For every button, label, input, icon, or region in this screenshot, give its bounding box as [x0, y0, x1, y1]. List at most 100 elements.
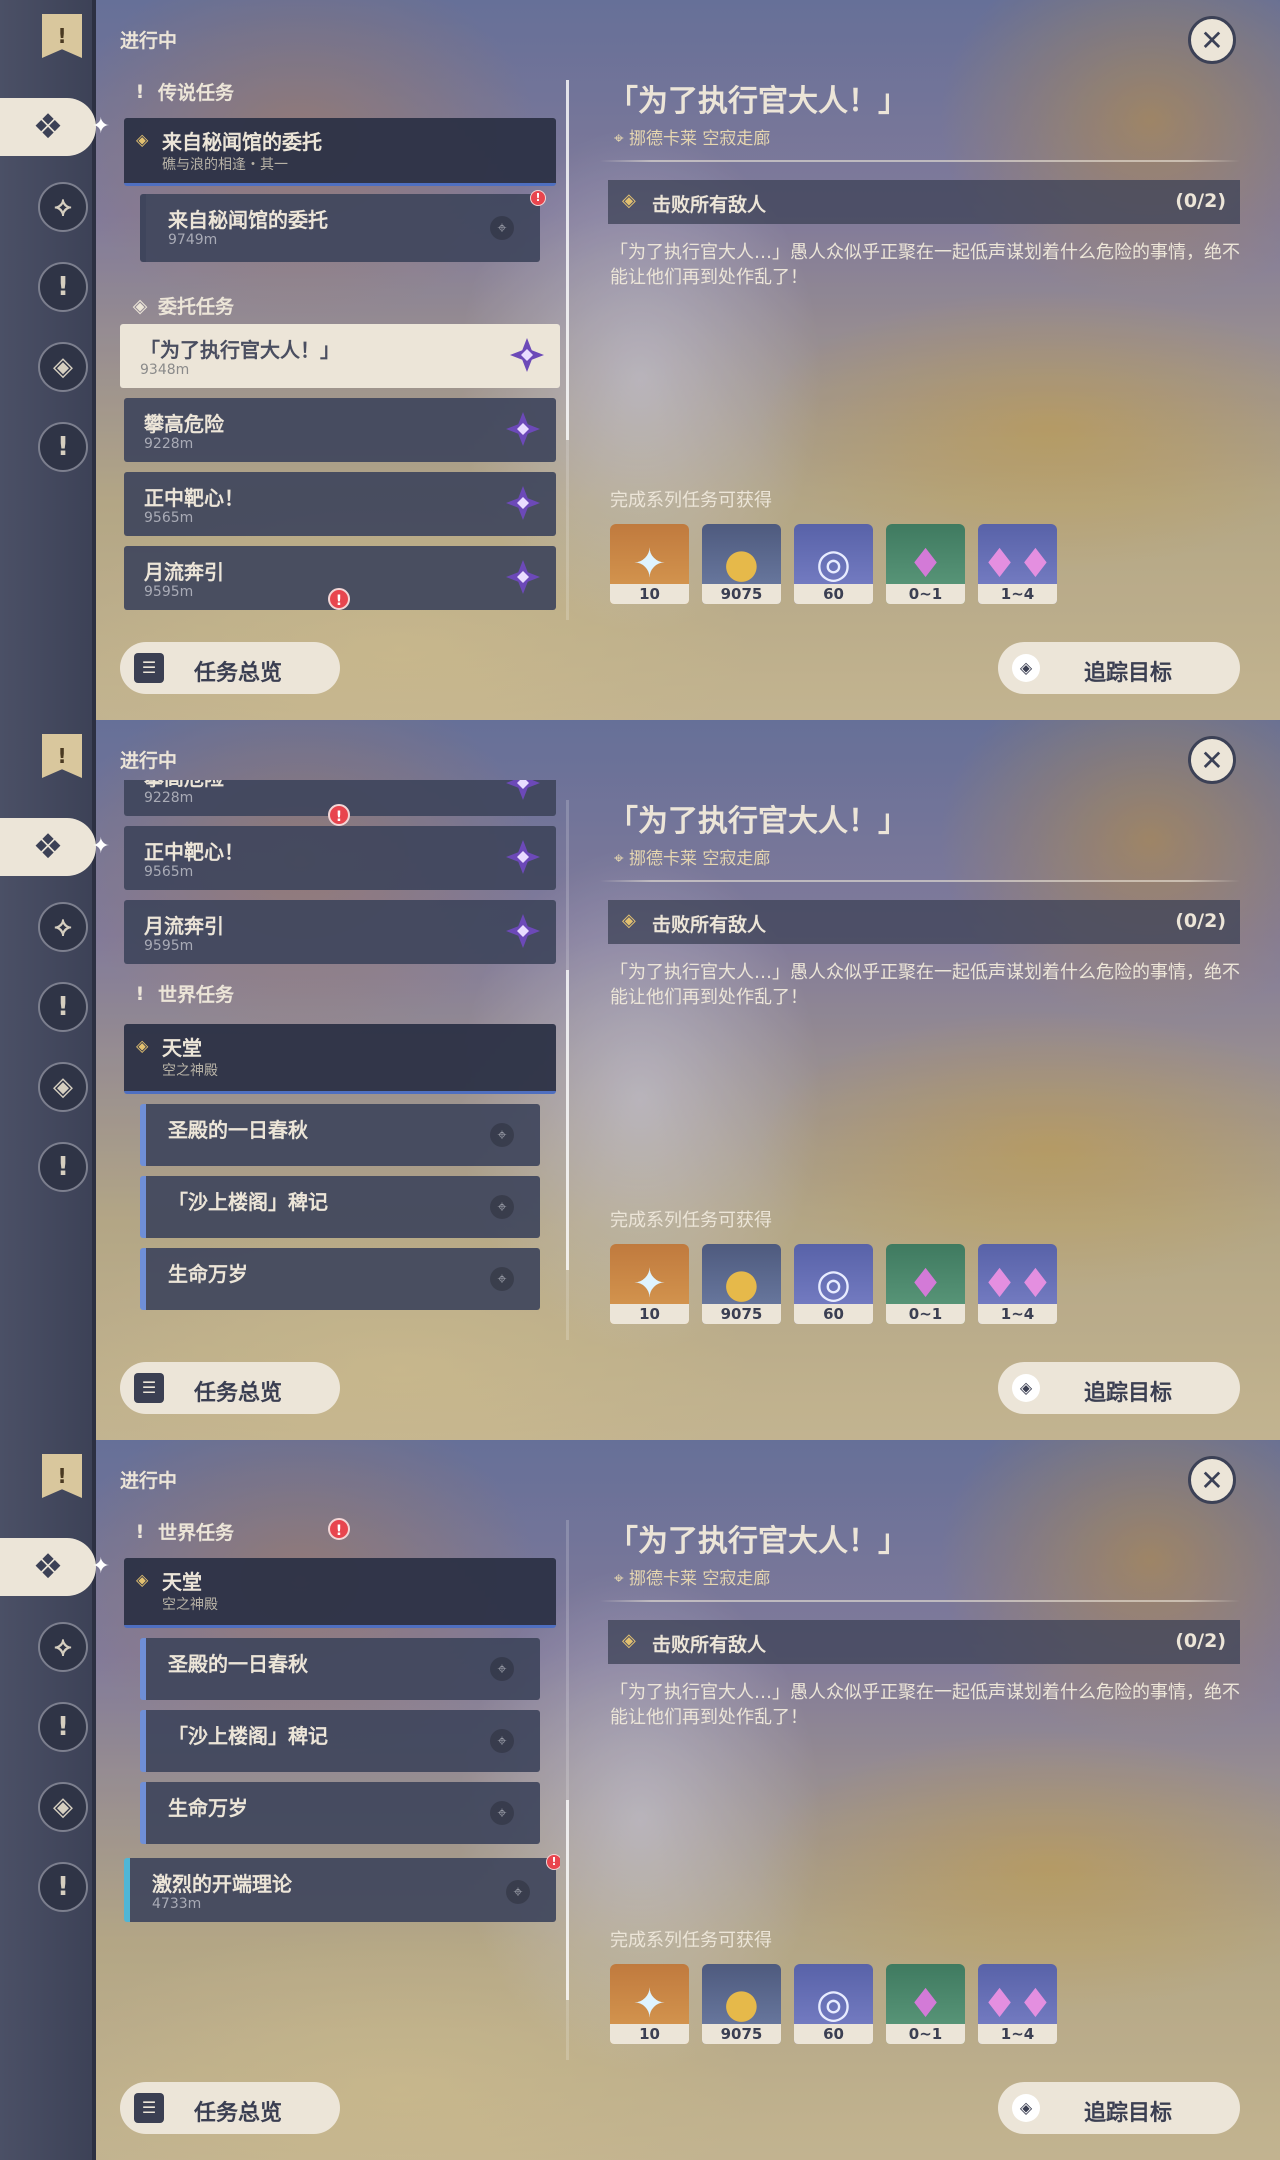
commission-star-icon — [506, 412, 540, 446]
reward-item[interactable]: ◎ 60 — [794, 524, 873, 604]
status-label: 进行中 — [120, 750, 178, 772]
sidebar-item-commission[interactable]: ❖ ✦ — [0, 98, 110, 156]
quest-panel-2: ! ❖✦ ⟡ ! ◈ ! 进行中 攀高危险 9228m ! 正中靶心！ 9565… — [0, 720, 1280, 1440]
quest-legend-sub[interactable]: 来自秘闻馆的委托 9749m ⌖ ! — [140, 190, 546, 262]
sidebar-item-legend[interactable]: ⟡ — [38, 1622, 88, 1672]
quest-world-sub[interactable]: 「沙上楼阁」稗记 ⌖ — [140, 1710, 540, 1772]
track-button[interactable]: ◈ 追踪目标 — [998, 642, 1240, 694]
scrollbar[interactable] — [566, 1520, 569, 2060]
sidebar-item-story[interactable]: ! — [38, 982, 88, 1032]
reward-item[interactable]: ♦♦ 1~4 — [978, 1964, 1057, 2044]
quest-description: 「为了执行官大人…」愚人众似乎正聚在一起低声谋划着什么危险的事情，绝不能让他们再… — [610, 962, 1240, 1008]
quest-world-sub[interactable]: 圣殿的一日春秋 ⌖ — [140, 1638, 540, 1700]
diamond-icon: ◈ — [136, 1036, 149, 1055]
sidebar: ! ❖ ✦ ⟡ ! ◈ ! — [0, 1440, 110, 2160]
category-world: ! 世界任务 — [132, 980, 234, 1007]
reward-item[interactable]: ● 9075 — [702, 1964, 781, 2044]
reward-item[interactable]: ♦ 0~1 — [886, 1244, 965, 1324]
reward-item[interactable]: ♦ 0~1 — [886, 524, 965, 604]
track-button[interactable]: ◈ 追踪目标 — [998, 2082, 1240, 2134]
location-pin-icon: ⌖ — [614, 849, 624, 869]
quest-location: ⌖ 挪德卡莱 空寂走廊 — [614, 849, 771, 869]
sidebar-item-event[interactable]: ◈ — [38, 1062, 88, 1112]
bookmark-icon[interactable]: ! — [42, 734, 82, 778]
sidebar-item-legend[interactable]: ⟡ — [38, 902, 88, 952]
location-pin-icon[interactable]: ⌖ — [490, 216, 514, 240]
quest-world-sub[interactable]: 圣殿的一日春秋 ⌖ — [140, 1104, 540, 1166]
reward-item[interactable]: ◎ 60 — [794, 1244, 873, 1324]
sidebar-item-legend[interactable]: ⟡ — [38, 182, 88, 232]
sidebar-item-commission[interactable]: ❖ ✦ — [0, 1538, 110, 1596]
exclamation-icon: ! — [57, 992, 69, 1022]
quest-list[interactable]: 攀高危险 9228m ! 正中靶心！ 9565m 月流奔引 9595m !世界任… — [120, 780, 560, 1340]
reward-item[interactable]: ♦♦ 1~4 — [978, 524, 1057, 604]
reward-item[interactable]: ✦ 10 — [610, 1964, 689, 2044]
quest-world-sub[interactable]: 生命万岁 ⌖ — [140, 1248, 540, 1310]
reward-item[interactable]: ♦ 0~1 — [886, 1964, 965, 2044]
sidebar-item-world[interactable]: ! — [38, 422, 88, 472]
location-pin-icon[interactable]: ⌖ — [490, 1123, 514, 1147]
status-label: 进行中 — [120, 30, 178, 52]
quest-world-sub[interactable]: 生命万岁 ⌖ — [140, 1782, 540, 1844]
reward-list: ✦ 10 ● 9075 ◎ 60 ♦ 0~1 ♦♦ 1~4 — [610, 524, 1057, 604]
diamond-icon: ◈ — [622, 910, 636, 931]
quest-overview-button[interactable]: ☰ 任务总览 — [120, 2082, 340, 2134]
compass-icon: ◈ — [53, 1072, 73, 1102]
reward-item[interactable]: ● 9075 — [702, 1244, 781, 1324]
quest-item[interactable]: 正中靶心！ 9565m — [124, 472, 556, 536]
quest-list[interactable]: ! 世界任务 ! ◈ 天堂 空之神殿 圣殿的一日春秋 ⌖ 「沙上楼阁」稗记 ⌖ 生… — [120, 1500, 560, 2060]
track-button[interactable]: ◈ 追踪目标 — [998, 1362, 1240, 1414]
sidebar-item-story[interactable]: ! — [38, 1702, 88, 1752]
sidebar-item-event[interactable]: ◈ — [38, 1782, 88, 1832]
quest-item-extra[interactable]: 激烈的开端理论 4733m ⌖ ! — [124, 1854, 560, 1922]
commission-icon: ❖ — [32, 107, 64, 147]
quest-group-world[interactable]: ◈ 天堂 空之神殿 — [124, 1558, 556, 1628]
quest-group-legend[interactable]: ◈ 来自秘闻馆的委托 礁与浪的相逢・其一 — [124, 118, 556, 186]
sidebar-item-story[interactable]: ! — [38, 262, 88, 312]
location-pin-icon[interactable]: ⌖ — [490, 1195, 514, 1219]
compass-icon: ◈ — [53, 1792, 73, 1822]
sidebar-item-commission[interactable]: ❖ ✦ — [0, 818, 110, 876]
quest-item[interactable]: 月流奔引 9595m — [124, 900, 556, 964]
commission-star-icon — [506, 840, 540, 874]
location-pin-icon[interactable]: ⌖ — [490, 1729, 514, 1753]
quest-world-sub[interactable]: 「沙上楼阁」稗记 ⌖ — [140, 1176, 540, 1238]
reward-item[interactable]: ◎ 60 — [794, 1964, 873, 2044]
commission-star-icon — [506, 780, 540, 800]
scrollbar[interactable] — [566, 80, 569, 620]
quest-title: 「为了执行官大人！」 — [608, 804, 908, 839]
quest-objective: ◈ 击败所有敌人 (0/2) — [608, 1620, 1240, 1664]
reward-label: 完成系列任务可获得 — [610, 1210, 772, 1231]
reward-item[interactable]: ✦ 10 — [610, 1244, 689, 1324]
alert-icon: ! — [530, 190, 546, 206]
category-commission: ◈ 委托任务 — [132, 294, 235, 319]
quest-group-world[interactable]: ◈ 天堂 空之神殿 — [124, 1024, 556, 1094]
track-icon: ◈ — [1012, 654, 1040, 682]
reward-item[interactable]: ✦ 10 — [610, 524, 689, 604]
track-icon: ◈ — [1012, 1374, 1040, 1402]
location-pin-icon[interactable]: ⌖ — [490, 1801, 514, 1825]
reward-item[interactable]: ♦♦ 1~4 — [978, 1244, 1057, 1324]
location-pin-icon[interactable]: ⌖ — [490, 1267, 514, 1291]
reward-list: ✦ 10 ● 9075 ◎ 60 ♦ 0~1 ♦♦ 1~4 — [610, 1244, 1057, 1324]
category-legend: ! 传说任务 — [132, 78, 234, 105]
sidebar-item-world[interactable]: ! — [38, 1142, 88, 1192]
quest-title: 「为了执行官大人！」 — [608, 84, 908, 119]
sidebar-item-world[interactable]: ! — [38, 1862, 88, 1912]
location-pin-icon[interactable]: ⌖ — [506, 1880, 530, 1904]
quest-item-selected[interactable]: 「为了执行官大人！」 9348m — [120, 324, 560, 388]
sidebar-item-event[interactable]: ◈ — [38, 342, 88, 392]
quest-title: 「为了执行官大人！」 — [608, 1524, 908, 1559]
quest-list[interactable]: ! 传说任务 ◈ 来自秘闻馆的委托 礁与浪的相逢・其一 来自秘闻馆的委托 9749… — [120, 60, 560, 620]
quest-item[interactable]: 攀高危险 9228m — [124, 398, 556, 462]
bookmark-icon[interactable]: ! — [42, 14, 82, 58]
bookmark-icon[interactable]: ! — [42, 1454, 82, 1498]
location-pin-icon[interactable]: ⌖ — [490, 1657, 514, 1681]
alert-icon: ! — [328, 588, 350, 610]
quest-overview-button[interactable]: ☰ 任务总览 — [120, 1362, 340, 1414]
quest-overview-button[interactable]: ☰ 任务总览 — [120, 642, 340, 694]
quest-item[interactable]: 正中靶心！ 9565m — [124, 826, 556, 890]
scrollbar[interactable] — [566, 800, 569, 1340]
exclamation-icon: ! — [57, 1152, 69, 1182]
reward-item[interactable]: ● 9075 — [702, 524, 781, 604]
